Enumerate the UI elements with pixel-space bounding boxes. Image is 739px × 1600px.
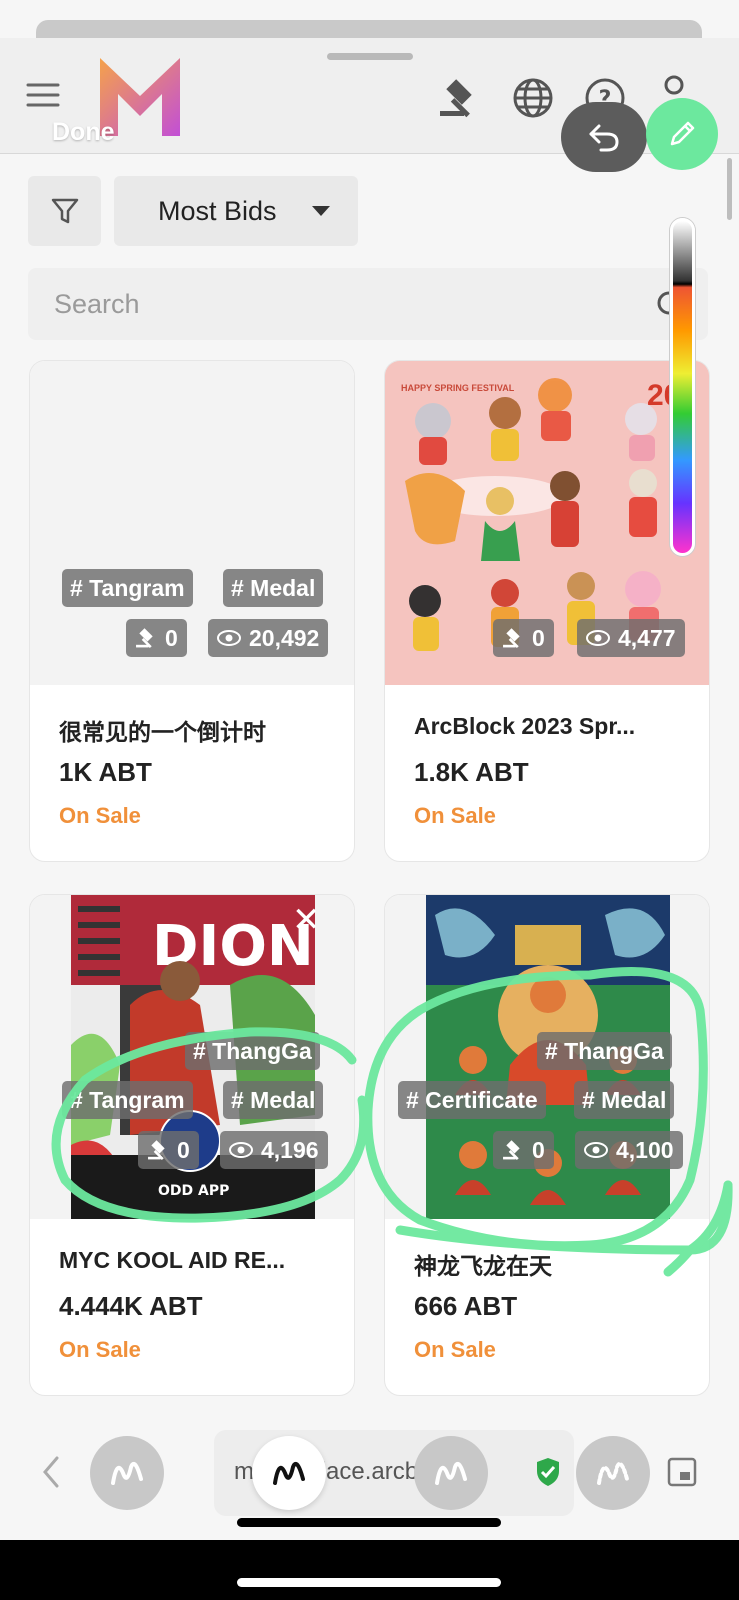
auction-icon [503, 628, 520, 649]
tag-badge: # Medal [574, 1081, 675, 1119]
tag-badge: # ThangGa [185, 1032, 320, 1070]
tag-badge: # Certificate [398, 1081, 546, 1119]
nft-price: 4.444K ABT [59, 1291, 203, 1321]
nft-price: 666 ABT [414, 1291, 518, 1321]
bids-count-badge: 0 [138, 1131, 199, 1169]
marker-tool[interactable] [90, 1436, 164, 1510]
auction-icon [136, 628, 153, 649]
highlighter-tool[interactable] [414, 1436, 488, 1510]
nft-price: 1K ABT [59, 757, 152, 787]
nft-thumbnail: DION ODD APP ✕ # ThangGa # Tangram # Med… [30, 895, 354, 1219]
tabs-icon[interactable] [664, 1454, 700, 1490]
sheet-grabber[interactable] [327, 53, 413, 60]
nft-card[interactable]: DION ODD APP ✕ # ThangGa # Tangram # Med… [29, 894, 355, 1396]
nft-title[interactable]: 神龙飞龙在天 [414, 1247, 552, 1281]
nft-title[interactable]: MYC KOOL AID RE... [59, 1247, 285, 1274]
color-picker-slider[interactable] [670, 218, 695, 556]
auction-icon [148, 1140, 165, 1161]
eraser-tool[interactable] [576, 1436, 650, 1510]
nft-thumbnail: # Tangram # Medal 0 20,492 [30, 361, 354, 685]
nft-card[interactable]: HAPPY SPRING FESTIVAL 20 0 4,477 ArcBloc… [384, 360, 710, 862]
search-box [28, 268, 708, 340]
nft-card[interactable]: # Tangram # Medal 0 20,492 很常见的一个倒计时 1K … [29, 360, 355, 862]
pen-tool-button[interactable] [646, 98, 718, 170]
bids-count-badge: 0 [126, 619, 187, 657]
undo-button[interactable] [561, 102, 647, 172]
bids-count-badge: 0 [493, 619, 554, 657]
globe-icon[interactable] [510, 76, 556, 120]
sheet-edge [36, 20, 702, 40]
views-count-badge: 4,100 [575, 1131, 683, 1169]
views-count-badge: 4,477 [577, 619, 685, 657]
sale-status: On Sale [414, 1337, 496, 1362]
bids-count-badge: 0 [493, 1131, 554, 1169]
tag-badge: # ThangGa [537, 1032, 672, 1070]
menu-icon[interactable] [24, 78, 62, 112]
shield-check-icon [534, 1456, 562, 1488]
back-arrow-icon[interactable] [36, 1452, 66, 1492]
home-indicator [237, 1518, 501, 1527]
home-indicator-bar[interactable] [237, 1578, 501, 1587]
eye-icon [217, 630, 241, 646]
tag-badge: # Tangram [62, 1081, 193, 1119]
views-count-badge: 20,492 [208, 619, 329, 657]
nft-title[interactable]: 很常见的一个倒计时 [59, 713, 266, 747]
poster-logo: ODD APP [158, 1183, 229, 1199]
sale-status: On Sale [414, 803, 496, 828]
pencil-icon [670, 121, 695, 146]
sale-status: On Sale [59, 803, 141, 828]
nft-card[interactable]: # ThangGa # Certificate # Medal 0 4,100 … [384, 894, 710, 1396]
poster-caption: HAPPY SPRING FESTIVAL [401, 383, 515, 393]
nft-price: 1.8K ABT [414, 757, 529, 787]
bottom-black-strip [0, 1540, 739, 1600]
filter-button[interactable] [28, 176, 101, 246]
sort-label: Most Bids [158, 195, 277, 226]
filter-icon [50, 196, 80, 226]
nft-thumbnail: HAPPY SPRING FESTIVAL 20 0 4,477 [385, 361, 709, 685]
tag-badge: # Medal [223, 1081, 324, 1119]
eye-icon [584, 1142, 608, 1158]
eye-icon [229, 1142, 253, 1158]
sort-dropdown[interactable]: Most Bids [114, 176, 358, 246]
auction-icon [503, 1140, 520, 1161]
done-button[interactable]: Done [52, 118, 115, 147]
auction-icon[interactable] [436, 76, 482, 120]
views-count-badge: 4,196 [220, 1131, 328, 1169]
close-icon: ✕ [292, 900, 321, 940]
eye-icon [586, 630, 610, 646]
undo-icon [589, 124, 619, 152]
search-input[interactable] [28, 268, 708, 340]
scrollbar[interactable] [727, 158, 732, 220]
sale-status: On Sale [59, 1337, 141, 1362]
nft-title[interactable]: ArcBlock 2023 Spr... [414, 713, 635, 740]
tag-badge: # Tangram [62, 569, 193, 607]
chevron-down-icon [312, 206, 330, 216]
nft-thumbnail: # ThangGa # Certificate # Medal 0 4,100 [385, 895, 709, 1219]
tag-badge: # Medal [223, 569, 324, 607]
pen-tool[interactable] [252, 1436, 326, 1510]
